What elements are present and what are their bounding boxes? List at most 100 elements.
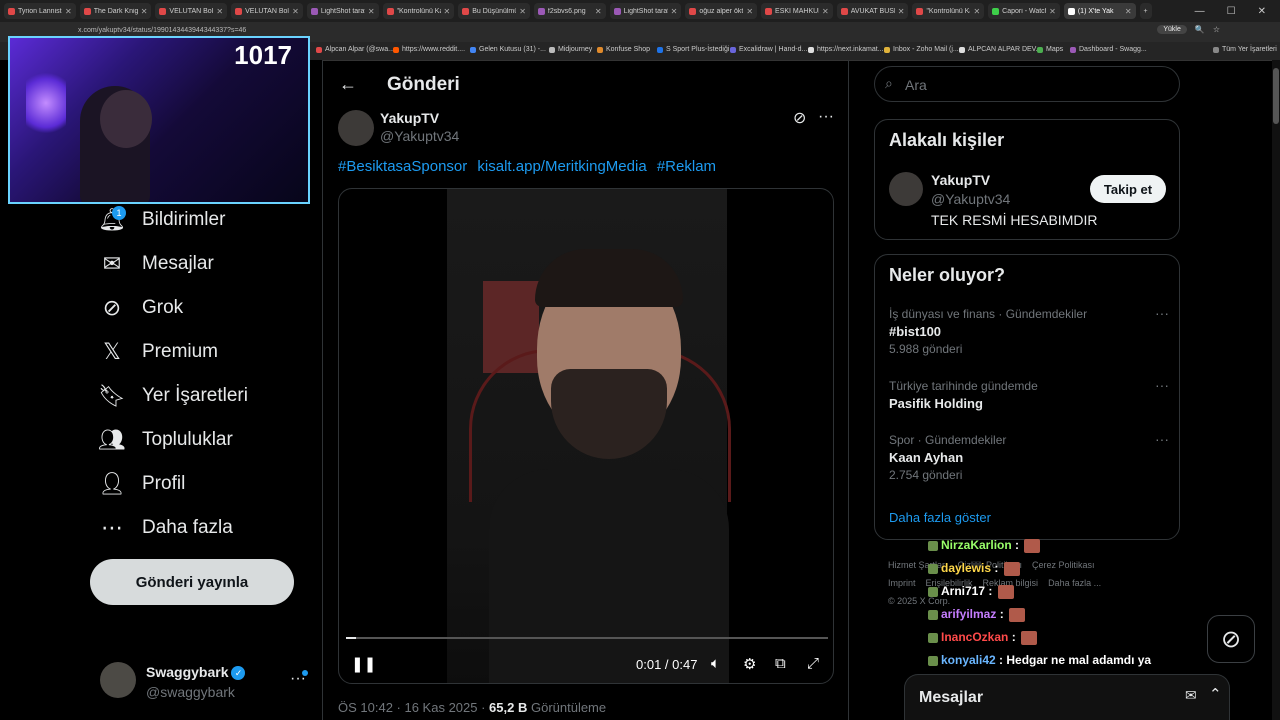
bookmark-item[interactable]: Inbox - Zoho Mail (j...	[884, 46, 959, 53]
close-tab-icon[interactable]: ✕	[444, 7, 451, 16]
hashtag-link[interactable]: #Reklam	[657, 158, 716, 175]
bookmark-item[interactable]: Alpcan Alpar (@swa...	[316, 46, 394, 53]
browser-tab[interactable]: "Kontrolünü Ka ✕	[912, 3, 985, 19]
nav-item[interactable]: 👤︎ Profil	[98, 471, 185, 496]
grok-icon[interactable]: ⊘	[793, 108, 806, 128]
volume-icon[interactable]: 🔈︎	[711, 655, 720, 672]
browser-tab[interactable]: VELUTAN Bolür✕	[155, 3, 228, 19]
author-handle[interactable]: @Yakuptv34	[380, 128, 459, 144]
scrollbar[interactable]	[1272, 60, 1280, 720]
more-icon[interactable]: ···	[1155, 377, 1169, 393]
close-tab-icon[interactable]: ✕	[898, 7, 905, 16]
nav-item[interactable]: ⋯ Daha fazla	[100, 515, 233, 540]
nav-item[interactable]: 𝕏 Premium	[100, 339, 218, 364]
scroll-thumb[interactable]	[1273, 68, 1279, 124]
browser-tab[interactable]: oğuz alper ökte ✕	[685, 3, 758, 19]
hashtag-link[interactable]: #BesiktasaSponsor	[338, 158, 467, 175]
new-tab-button[interactable]: +	[1139, 3, 1152, 19]
browser-tab[interactable]: LightShot tarafı ✕	[306, 3, 379, 19]
close-tab-icon[interactable]: ✕	[141, 7, 148, 16]
nav-item[interactable]: ⊘ Grok	[100, 295, 183, 320]
video-progress-bar[interactable]	[346, 637, 828, 639]
close-tab-icon[interactable]: ✕	[1049, 7, 1056, 16]
tweet-link[interactable]: kisalt.app/MeritkingMedia	[477, 158, 646, 175]
browser-tab[interactable]: ESKİ MAHKUM✕	[761, 3, 833, 19]
browser-tab[interactable]: The Dark Knigh ✕	[79, 3, 152, 19]
more-icon[interactable]: ···	[1155, 305, 1169, 321]
pause-icon[interactable]: ❚❚	[351, 655, 376, 673]
close-tab-icon[interactable]: ✕	[1125, 7, 1132, 16]
pip-icon[interactable]: ⧉	[775, 655, 786, 672]
bookmark-label: Midjourney	[558, 46, 593, 53]
new-message-icon[interactable]: ✉	[1185, 687, 1197, 704]
browser-tab[interactable]: Bu Düşünülmü ✕	[458, 3, 530, 19]
bookmark-item[interactable]: Dashboard - Swagg...	[1070, 46, 1147, 53]
bookmark-item[interactable]: ALPCAN ALPAR DEV...	[959, 46, 1042, 53]
maximize-icon[interactable]: ☐	[1227, 6, 1236, 17]
search-input[interactable]: ⌕ Ara	[874, 66, 1180, 102]
bookmark-item[interactable]: https://next.inkamat...	[808, 46, 884, 53]
bookmark-item[interactable]: Maps	[1037, 46, 1063, 53]
bookmark-item[interactable]: https://www.reddit....	[393, 46, 465, 53]
nav-item[interactable]: 👥︎ Topluluklar	[98, 427, 233, 452]
grok-fab-button[interactable]: ⊘	[1207, 615, 1255, 663]
browser-tab[interactable]: VELUTAN Bolür✕	[231, 3, 303, 19]
messages-drawer[interactable]: Mesajlar ✉ ⌃	[904, 674, 1230, 720]
footer-link[interactable]: Imprint	[888, 578, 916, 588]
browser-tab[interactable]: LightShot tarafı ✕	[609, 3, 682, 19]
settings-icon[interactable]: ⚙	[743, 655, 756, 673]
close-tab-icon[interactable]: ✕	[973, 7, 980, 16]
bookmark-item[interactable]: Gelen Kutusu (31) -...	[470, 46, 546, 53]
bookmark-item[interactable]: Konfuse Shop	[597, 46, 650, 53]
author-name[interactable]: YakupTV	[380, 110, 439, 126]
url-field[interactable]: x.com/yakuptv34/status/19901434439443443…	[78, 27, 246, 34]
related-handle[interactable]: @Yakuptv34	[931, 191, 1010, 207]
tweet-timestamp[interactable]: ÖS 10:42 · 16 Kas 2025 ·	[338, 700, 489, 715]
update-button[interactable]: Yükle	[1157, 25, 1187, 34]
star-icon[interactable]: ☆	[1213, 25, 1220, 34]
tab-title: Capori - Watch	[1002, 7, 1047, 15]
close-tab-icon[interactable]: ✕	[216, 7, 223, 16]
bookmark-item[interactable]: Midjourney	[549, 46, 592, 53]
avatar[interactable]	[889, 172, 923, 206]
bookmark-item[interactable]: S Sport Plus-İstediği...	[657, 46, 735, 53]
browser-tab[interactable]: "Kontrolünü Ka ✕	[382, 3, 455, 19]
fullscreen-icon[interactable]: ⤢	[807, 655, 819, 672]
close-tab-icon[interactable]: ✕	[519, 7, 526, 16]
trend-item[interactable]: Türkiye tarihinde gündemde Pasifik Holdin…	[889, 377, 1169, 411]
close-tab-icon[interactable]: ✕	[65, 7, 72, 16]
trend-item[interactable]: İş dünyası ve finans · Gündemdekiler #bis…	[889, 305, 1169, 356]
close-tab-icon[interactable]: ✕	[292, 7, 299, 16]
author-avatar[interactable]	[338, 110, 374, 146]
account-switcher[interactable]: Swaggybark ✓ @swaggybark ···	[100, 662, 315, 702]
nav-item[interactable]: 🔖︎ Yer İşaretleri	[98, 383, 248, 408]
trend-item[interactable]: Spor · Gündemdekiler Kaan Ayhan 2.754 gönd…	[889, 431, 1169, 482]
expand-icon[interactable]: ⌃	[1209, 685, 1222, 703]
close-tab-icon[interactable]: ✕	[746, 7, 753, 16]
zoom-icon[interactable]: 🔍	[1195, 25, 1205, 34]
more-icon[interactable]: ···	[818, 108, 834, 126]
close-tab-icon[interactable]: ✕	[595, 7, 602, 16]
browser-tab[interactable]: (1) X'te Yak ✕	[1063, 3, 1136, 19]
related-name[interactable]: YakupTV	[931, 172, 990, 188]
tab-title: (1) X'te Yak	[1077, 7, 1114, 15]
show-more-link[interactable]: Daha fazla göster	[889, 510, 991, 525]
post-button[interactable]: Gönderi yayınla	[90, 559, 294, 605]
close-tab-icon[interactable]: ✕	[368, 7, 375, 16]
browser-tab[interactable]: Capori - Watch ✕	[988, 3, 1060, 19]
close-tab-icon[interactable]: ✕	[822, 7, 829, 16]
browser-tab[interactable]: AVUKAT BUSE ✕	[836, 3, 909, 19]
browser-tab[interactable]: f2sbvs6.png ✕	[533, 3, 606, 19]
video-player[interactable]: ❚❚ 0:01 / 0:47 🔈︎ ⚙ ⧉ ⤢	[338, 188, 834, 684]
nav-item[interactable]: ✉ Mesajlar	[100, 251, 214, 276]
bookmark-item[interactable]: Excalidraw | Hand-d...	[730, 46, 807, 53]
more-icon[interactable]: ···	[1155, 431, 1169, 447]
bookmark-item[interactable]: Tüm Yer İşaretleri	[1213, 46, 1277, 53]
minimize-icon[interactable]: —	[1195, 6, 1205, 17]
follow-button[interactable]: Takip et	[1090, 175, 1166, 203]
back-arrow-icon[interactable]: ←	[339, 74, 357, 95]
favicon-icon	[613, 7, 621, 15]
close-tab-icon[interactable]: ✕	[671, 7, 678, 16]
close-window-icon[interactable]: ✕	[1258, 6, 1266, 17]
browser-tab[interactable]: Tyrion Lanniste ✕	[4, 3, 76, 19]
